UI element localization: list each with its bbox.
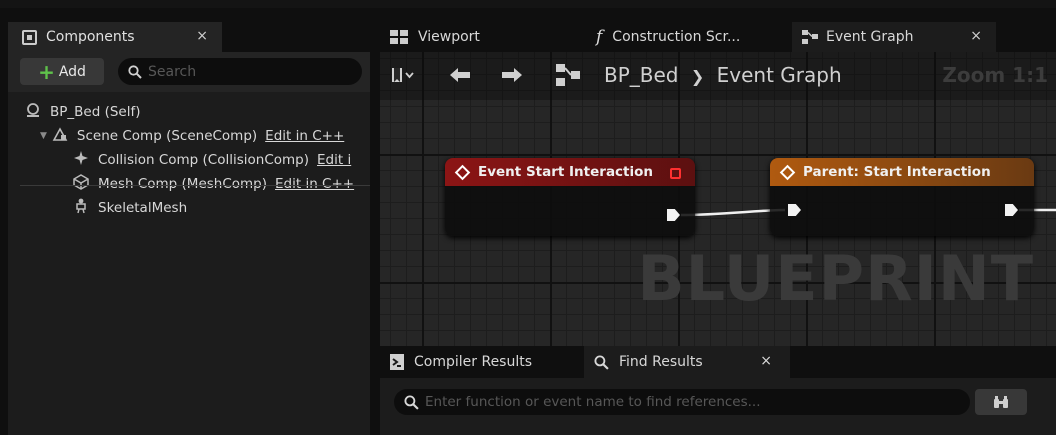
find-search-box[interactable] bbox=[394, 389, 970, 415]
node-title: Event Start Interaction bbox=[478, 164, 654, 180]
tab-construction-script[interactable]: f Construction Scr... bbox=[592, 22, 792, 52]
tab-label: Event Graph bbox=[826, 29, 914, 45]
close-icon[interactable]: × bbox=[196, 28, 208, 44]
tab-label: Viewport bbox=[418, 29, 480, 45]
event-icon bbox=[779, 164, 796, 180]
components-tab-label: Components bbox=[46, 29, 135, 45]
graph-icon bbox=[802, 30, 818, 44]
editor-tabbar: Viewport f Construction Scr... Event Gra… bbox=[380, 22, 1056, 52]
tree-item-label: SkeletalMesh bbox=[98, 200, 188, 216]
scene-component-icon bbox=[51, 126, 69, 146]
tab-strip-empty bbox=[222, 22, 370, 52]
tree-item-skeletal-mesh[interactable]: SkeletalMesh bbox=[72, 196, 187, 220]
mesh-icon bbox=[72, 174, 90, 194]
event-icon bbox=[454, 164, 471, 180]
compiler-icon bbox=[390, 354, 404, 370]
binoculars-icon bbox=[994, 396, 1008, 408]
plus-icon: + bbox=[38, 59, 55, 84]
close-icon[interactable]: × bbox=[970, 28, 982, 44]
edit-in-cpp-link[interactable]: Edit i bbox=[317, 152, 351, 168]
bottom-tabbar: Compiler Results Find Results × bbox=[380, 346, 1056, 378]
find-in-all-blueprints-button[interactable] bbox=[975, 389, 1027, 415]
parent-start-interaction-node[interactable]: Parent: Start Interaction bbox=[770, 158, 1034, 236]
components-tab[interactable]: Components × bbox=[8, 22, 222, 52]
tab-find-results[interactable]: Find Results × bbox=[584, 346, 790, 378]
exec-in-pin[interactable] bbox=[788, 204, 801, 216]
viewport-icon bbox=[390, 30, 408, 44]
tree-item-label: Scene Comp (SceneComp) bbox=[76, 128, 258, 144]
delegate-pin-icon[interactable] bbox=[670, 168, 681, 179]
node-title: Parent: Start Interaction bbox=[803, 164, 991, 180]
add-button-label: Add bbox=[58, 63, 86, 80]
expand-arrow-icon[interactable]: ▼ bbox=[40, 131, 47, 141]
collision-icon bbox=[72, 150, 90, 170]
actor-icon bbox=[24, 102, 42, 122]
tab-compiler-results[interactable]: Compiler Results bbox=[380, 346, 580, 378]
node-header: Parent: Start Interaction bbox=[770, 158, 1034, 186]
search-icon bbox=[594, 354, 609, 370]
components-toolbar: + Add bbox=[8, 52, 370, 92]
component-search[interactable] bbox=[118, 58, 362, 85]
tree-item-collision-comp[interactable]: Collision Comp (CollisionComp) Edit i bbox=[72, 148, 351, 172]
components-icon bbox=[22, 29, 37, 45]
event-graph-canvas[interactable]: BP_Bed ❯ Event Graph Zoom 1:1 BLUEPRINT … bbox=[380, 52, 1056, 346]
tree-divider bbox=[20, 185, 370, 186]
exec-out-pin[interactable] bbox=[1005, 204, 1018, 216]
tree-item-label: Collision Comp (CollisionComp) bbox=[98, 152, 310, 168]
find-input[interactable] bbox=[425, 394, 945, 410]
tree-item-mesh-comp[interactable]: Mesh Comp (MeshComp) Edit in C++ bbox=[72, 172, 354, 196]
tree-item-bp-bed[interactable]: BP_Bed (Self) bbox=[24, 100, 141, 124]
add-component-button[interactable]: + Add bbox=[20, 58, 104, 85]
tab-event-graph[interactable]: Event Graph × bbox=[792, 22, 996, 52]
tab-viewport[interactable]: Viewport bbox=[380, 22, 580, 52]
tab-label: Compiler Results bbox=[414, 354, 533, 370]
close-icon[interactable]: × bbox=[760, 353, 772, 369]
tree-item-scene-comp[interactable]: ▼ Scene Comp (SceneComp) Edit in C++ bbox=[40, 124, 344, 148]
tab-label: Construction Scr... bbox=[612, 29, 741, 45]
edit-in-cpp-link[interactable]: Edit in C++ bbox=[275, 176, 354, 192]
components-panel: Components × + Add BP_Bed (Self) ▼ Scene… bbox=[8, 22, 370, 435]
tree-item-label: BP_Bed (Self) bbox=[50, 104, 141, 120]
tab-label: Find Results bbox=[619, 354, 703, 370]
edit-in-cpp-link[interactable]: Edit in C++ bbox=[265, 128, 344, 144]
find-results-panel bbox=[380, 378, 1056, 435]
function-icon: f bbox=[596, 27, 603, 47]
tree-item-label: Mesh Comp (MeshComp) bbox=[98, 176, 268, 192]
event-start-interaction-node[interactable]: Event Start Interaction bbox=[445, 158, 695, 236]
search-icon bbox=[128, 64, 142, 79]
exec-out-pin[interactable] bbox=[667, 209, 680, 221]
top-strip bbox=[0, 0, 1056, 8]
skeletal-mesh-icon bbox=[72, 198, 90, 218]
search-input[interactable] bbox=[148, 63, 348, 80]
search-icon bbox=[404, 394, 419, 410]
node-header: Event Start Interaction bbox=[445, 158, 695, 186]
